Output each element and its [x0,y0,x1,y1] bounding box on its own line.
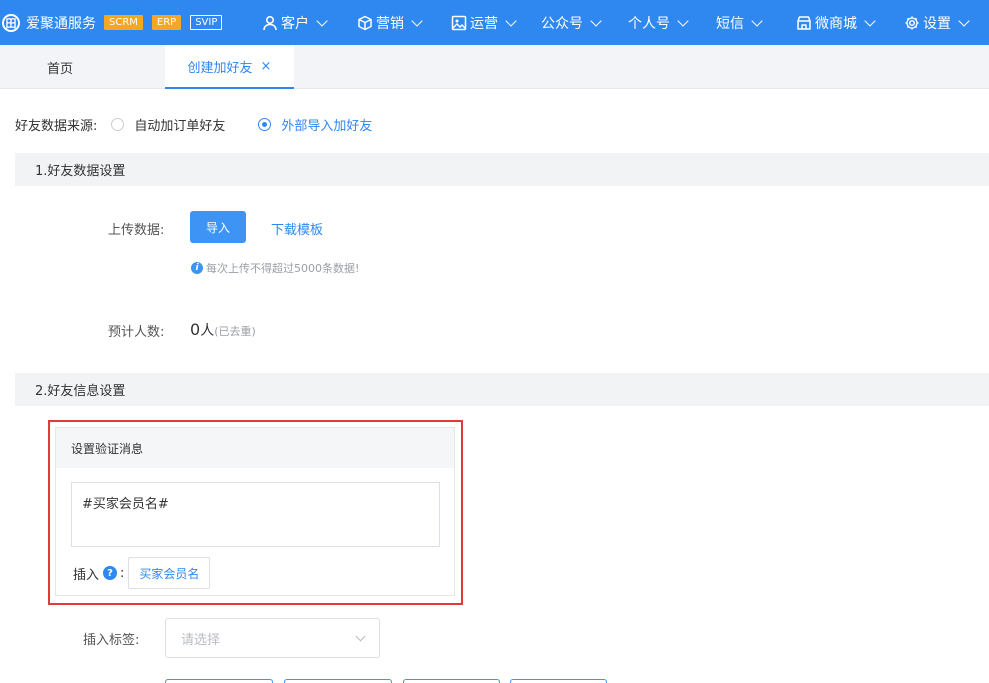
tab-bar: 首页 创建加好友 × [0,45,989,89]
insert-row: 插入 ? : 买家会员名 [73,557,211,589]
nav-label: 运营 [470,15,498,32]
chevron-down-icon [864,14,876,27]
top-navigation-bar: 田 爱聚通服务 SCRM ERP SVIP 客户 营销 运营 公众号 个人号 短… [0,0,989,45]
bottom-button-3[interactable] [403,679,500,683]
tab-create-add-friend[interactable]: 创建加好友 × [165,45,294,89]
info-icon: i [191,262,203,274]
svip-badge: SVIP [190,15,223,30]
nav-label: 设置 [923,15,951,32]
nav-marketing[interactable]: 营销 [357,0,423,45]
insert-tag-label: 插入标签: [83,633,140,648]
upload-data-label: 上传数据: [108,223,165,238]
import-button[interactable]: 导入 [190,211,246,243]
download-template-link[interactable]: 下载模板 [271,219,323,238]
bottom-button-1[interactable] [165,679,273,683]
chevron-down-icon [355,631,366,642]
radio-label: 外部导入加好友 [281,118,373,134]
radio-external-import[interactable]: 外部导入加好友 [258,115,372,134]
estimate-value: 0 [190,320,201,339]
insert-label: 插入 [73,567,100,583]
store-icon [797,15,811,30]
insert-colon: : [120,565,125,581]
estimate-note: (已去重) [214,325,256,338]
tab-label: 创建加好友 [187,60,253,76]
bottom-button-2[interactable] [284,679,392,683]
nav-label: 客户 [281,15,309,32]
radio-checked-icon [258,117,272,131]
tab-label: 首页 [46,61,73,77]
nav-customer[interactable]: 客户 [262,0,328,45]
radio-auto-order-friends[interactable]: 自动加订单好友 [111,115,225,134]
nav-official-account[interactable]: 公众号 [541,0,602,45]
nav-label: 营销 [376,15,404,32]
chevron-down-icon [677,14,689,27]
nav-sms[interactable]: 短信 [716,0,763,45]
user-icon [263,15,277,30]
brand[interactable]: 田 爱聚通服务 SCRM ERP SVIP [0,0,231,45]
chevron-down-icon [316,14,328,27]
nav-micro-mall[interactable]: 微商城 [796,0,876,45]
upload-hint-text: 每次上传不得超过5000条数据! [206,262,360,275]
gear-icon [905,16,919,29]
nav-operations[interactable]: 运营 [451,0,517,45]
verify-message-panel: 设置验证消息 #买家会员名# 插入 ? : 买家会员名 [55,427,455,596]
tag-select-placeholder: 请选择 [181,632,221,648]
nav-label: 个人号 [628,15,670,32]
verify-message-title: 设置验证消息 [56,428,454,468]
erp-badge: ERP [151,15,182,30]
bottom-button-4[interactable] [510,679,607,683]
chevron-down-icon [751,14,763,27]
scrm-badge: SCRM [104,15,143,30]
nav-label: 微商城 [815,15,857,32]
estimate-label: 预计人数: [108,325,165,340]
image-icon [451,15,467,30]
help-icon[interactable]: ? [103,566,118,580]
nav-settings[interactable]: 设置 [904,0,970,45]
chevron-down-icon [590,14,602,27]
chevron-down-icon [505,14,517,27]
nav-personal-account[interactable]: 个人号 [628,0,689,45]
radio-label: 自动加订单好友 [134,118,226,134]
verify-message-textarea[interactable]: #买家会员名# [71,482,440,547]
upload-hint: i 每次上传不得超过5000条数据! [191,260,359,276]
section-friend-info-settings: 2.好友信息设置 [15,373,989,406]
section-friend-data-settings: 1.好友数据设置 [15,153,989,186]
estimate-unit: 人 [200,323,215,339]
nav-label: 短信 [716,15,744,32]
radio-circle-icon [111,117,125,131]
estimate-count: 0 人 (已去重) [190,320,256,340]
brand-logo-icon: 田 [2,13,20,32]
friend-source-label: 好友数据来源: [15,118,98,134]
nav-label: 公众号 [541,15,583,32]
cube-icon [358,15,372,30]
insert-buyer-name-button[interactable]: 买家会员名 [128,557,211,589]
tag-select[interactable]: 请选择 [165,618,380,658]
chevron-down-icon [958,14,970,27]
chevron-down-icon [411,14,423,27]
brand-name: 爱聚通服务 [26,15,96,32]
close-icon[interactable]: × [261,59,272,74]
tab-home[interactable]: 首页 [15,45,105,89]
friend-source-row: 好友数据来源: 自动加订单好友 外部导入加好友 [15,114,405,134]
